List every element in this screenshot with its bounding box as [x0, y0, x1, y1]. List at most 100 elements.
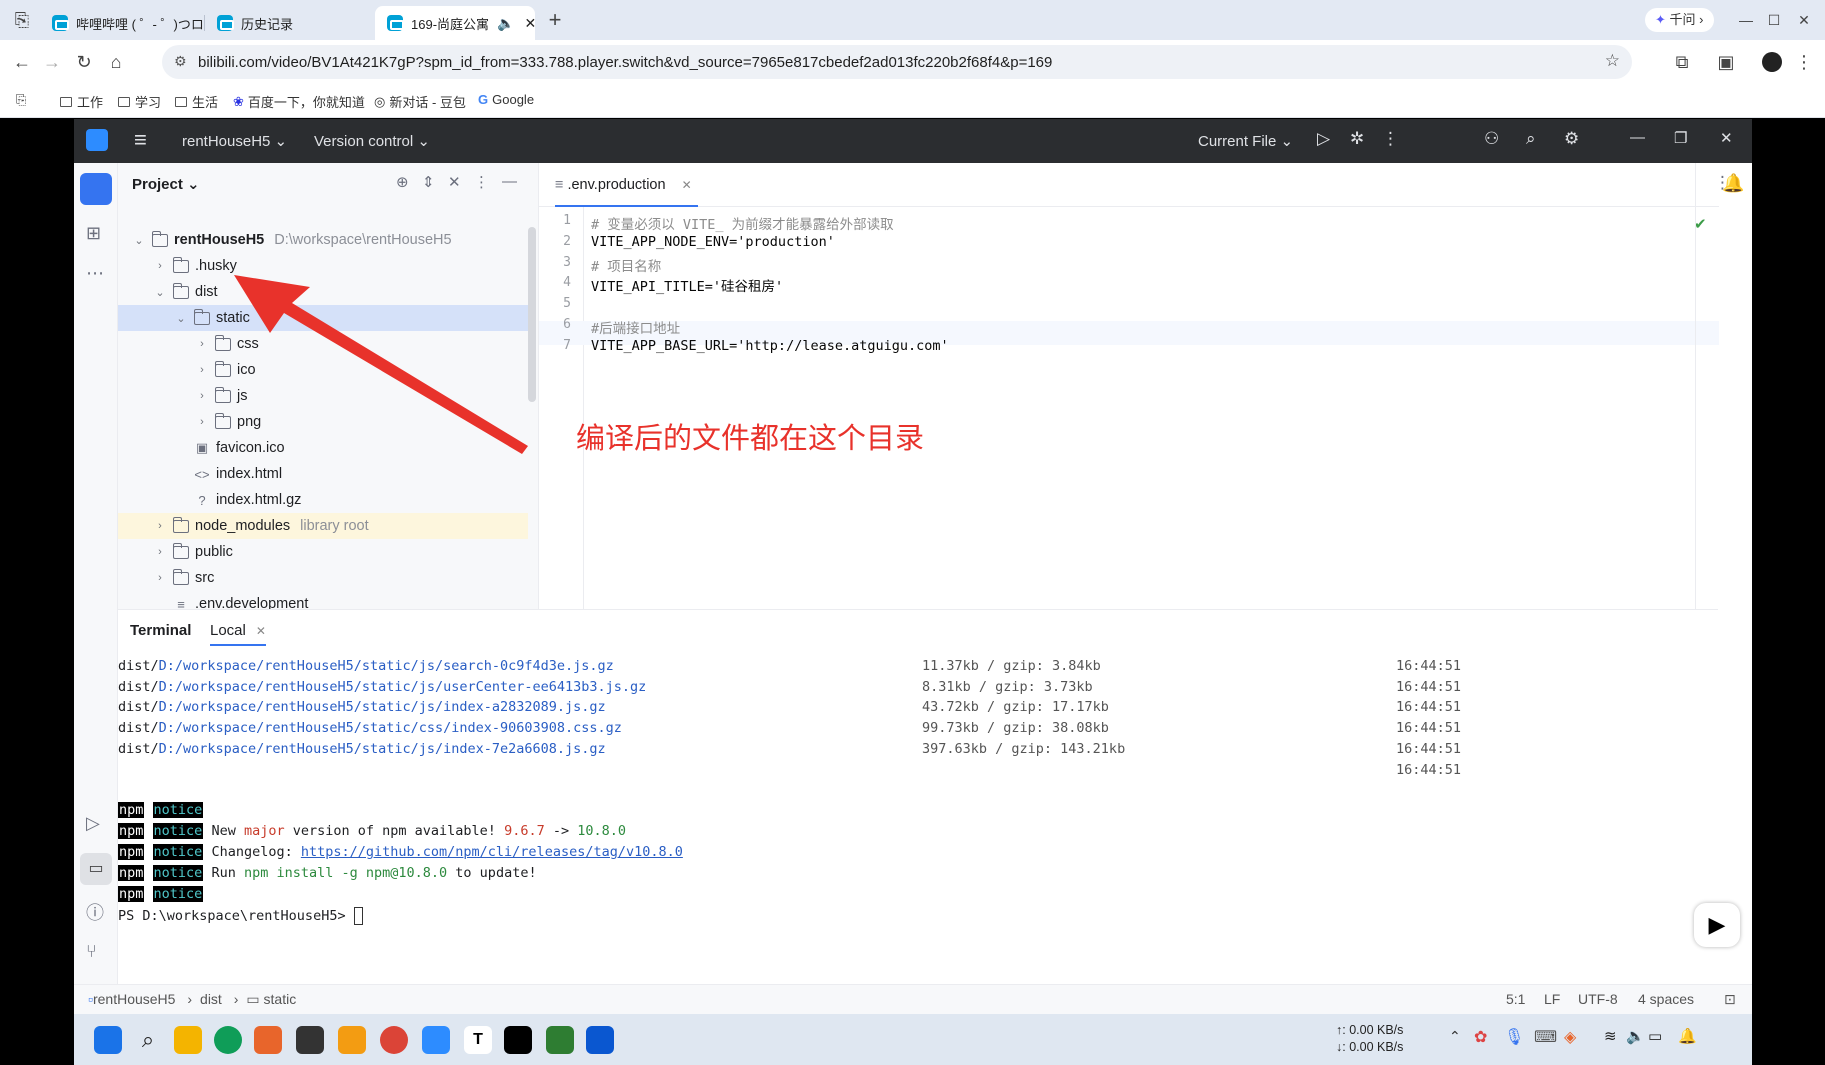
intellij-icon[interactable]: [504, 1026, 532, 1054]
extensions-icon[interactable]: ⧉: [1670, 50, 1694, 74]
debug-icon[interactable]: ✲: [1350, 129, 1364, 149]
chevron-right-icon[interactable]: ›: [195, 364, 209, 376]
run-config-select[interactable]: Current File ⌄: [1198, 132, 1293, 150]
tray-app-icon[interactable]: ✿: [1474, 1027, 1487, 1047]
caret-position[interactable]: 5:1: [1506, 991, 1525, 1007]
terminal-tool-icon[interactable]: ▭: [80, 853, 112, 885]
notification-icon[interactable]: 🔔: [1678, 1027, 1697, 1045]
close-window-icon[interactable]: ✕: [1792, 8, 1816, 32]
breadcrumb-item[interactable]: static: [264, 991, 297, 1007]
bookmark-study[interactable]: 学习: [118, 92, 161, 111]
bookmark-work[interactable]: 工作: [60, 92, 103, 111]
app-blue-icon[interactable]: [422, 1026, 450, 1054]
git-icon[interactable]: ⑂: [86, 941, 97, 962]
search-icon[interactable]: ⌕: [134, 1026, 162, 1054]
file-explorer-icon[interactable]: [174, 1026, 202, 1054]
code-area[interactable]: 1 # 变量必须以 VITE_ 为前缀才能暴露给外部读取 2 VITE_APP_NOD…: [539, 207, 1719, 609]
chevron-right-icon[interactable]: ›: [153, 572, 167, 584]
project-panel-title[interactable]: Project ⌄: [132, 175, 200, 193]
qianwen-button[interactable]: ✦ 千问 ›: [1645, 8, 1714, 32]
ime-icon[interactable]: ⌨: [1534, 1027, 1557, 1047]
chevron-right-icon[interactable]: ›: [153, 260, 167, 272]
apps-icon[interactable]: ⎘: [16, 92, 26, 108]
typora-icon[interactable]: T: [464, 1026, 492, 1054]
bookmark-doubao[interactable]: ◎ 新对话 - 豆包: [374, 92, 466, 111]
url-input[interactable]: ⚙ bilibili.com/video/BV1At421K7gP?spm_id…: [162, 45, 1632, 79]
terminal-output[interactable]: dist/D:/workspace/rentHouseH5/static/js/…: [118, 654, 1718, 954]
bookmark-star-icon[interactable]: ☆: [1605, 51, 1620, 71]
expand-all-icon[interactable]: ⇕: [422, 173, 435, 191]
chevron-right-icon[interactable]: ›: [153, 546, 167, 558]
version-control-menu[interactable]: Version control ⌄: [314, 132, 430, 150]
chevron-right-icon[interactable]: ›: [195, 416, 209, 428]
file-encoding[interactable]: UTF-8: [1578, 991, 1618, 1007]
close-tab-icon[interactable]: ✕: [524, 15, 535, 32]
tab-history[interactable]: 历史记录: [205, 6, 375, 40]
maximize-window-icon[interactable]: ☐: [1762, 8, 1786, 32]
tab-search-icon[interactable]: ⎘: [10, 8, 34, 32]
line-ending[interactable]: LF: [1544, 991, 1560, 1007]
forward-icon[interactable]: →: [40, 50, 64, 74]
locate-icon[interactable]: ⊕: [396, 173, 409, 191]
back-icon[interactable]: ←: [10, 50, 34, 74]
avatar[interactable]: [1762, 52, 1782, 72]
ide-restore-icon[interactable]: ❐: [1674, 129, 1687, 147]
editor-tab-env-production[interactable]: ≡ .env.production ✕: [555, 163, 698, 207]
start-menu-icon[interactable]: [94, 1026, 122, 1054]
terminal-app-icon[interactable]: [296, 1026, 324, 1054]
search-icon[interactable]: ⌕: [1526, 129, 1536, 149]
tree-item--husky[interactable]: › .husky: [118, 253, 528, 279]
collapse-all-icon[interactable]: ✕: [448, 173, 461, 191]
tree-scrollbar[interactable]: [528, 227, 536, 402]
volume-icon[interactable]: 🔈: [1626, 1027, 1645, 1045]
close-editor-tab-icon[interactable]: ✕: [682, 178, 692, 192]
notifications-bell-icon[interactable]: 🔔: [1722, 173, 1744, 194]
tab-bilibili-home[interactable]: 哔哩哔哩 ( ゜- ゜)つロ 干杯~-bilibili: [40, 6, 205, 40]
chevron-down-icon[interactable]: ⌄: [153, 286, 167, 299]
tree-item-png[interactable]: › png: [118, 409, 528, 435]
structure-icon[interactable]: ⊞: [86, 223, 101, 244]
app-green-icon[interactable]: [546, 1026, 574, 1054]
new-tab-icon[interactable]: +: [543, 8, 567, 32]
services-icon[interactable]: ▷: [86, 813, 100, 834]
chevron-down-icon[interactable]: ⌄: [132, 234, 146, 247]
indent-setting[interactable]: 4 spaces: [1638, 991, 1694, 1007]
problems-icon[interactable]: ⓘ: [86, 899, 104, 925]
tree-item-favicon-ico[interactable]: ▣ favicon.ico: [118, 435, 528, 461]
screenshot-icon[interactable]: ▣: [1714, 50, 1738, 74]
more-tools-icon[interactable]: ⋯: [86, 263, 104, 284]
speaker-icon[interactable]: 🔈: [497, 15, 514, 32]
webstorm-taskbar-icon[interactable]: [586, 1026, 614, 1054]
tree-item-src[interactable]: › src: [118, 565, 528, 591]
close-terminal-tab-icon[interactable]: ✕: [256, 624, 266, 638]
bookmark-life[interactable]: 生活: [175, 92, 218, 111]
ide-close-icon[interactable]: ✕: [1720, 129, 1733, 147]
add-user-icon[interactable]: ⚇: [1484, 129, 1499, 149]
tree-item-css[interactable]: › css: [118, 331, 528, 357]
battery-icon[interactable]: ▭: [1648, 1027, 1662, 1045]
lock-icon[interactable]: ⊡: [1724, 991, 1736, 1008]
chevron-right-icon[interactable]: ›: [153, 520, 167, 532]
run-icon[interactable]: ▷: [1317, 129, 1330, 149]
tree-item-index-html[interactable]: <> index.html: [118, 461, 528, 487]
chevron-down-icon[interactable]: ⌄: [174, 312, 188, 325]
tree-item-dist[interactable]: ⌄ dist: [118, 279, 528, 305]
tab-video-active[interactable]: 169-尚庭公寓 🔈 ✕: [375, 6, 535, 40]
panel-options-icon[interactable]: ⋮: [474, 173, 489, 191]
tray-chevron-icon[interactable]: ⌃: [1449, 1028, 1461, 1045]
tray-orange-icon[interactable]: ◈: [1564, 1027, 1576, 1047]
bookmark-google[interactable]: G Google: [478, 92, 534, 107]
chevron-right-icon[interactable]: ›: [195, 390, 209, 402]
breadcrumb-item[interactable]: dist: [200, 991, 222, 1007]
more-menu-icon[interactable]: ⋮: [1792, 50, 1816, 74]
tree-item-ico[interactable]: › ico: [118, 357, 528, 383]
tree-item-node-modules[interactable]: › node_modules library root: [118, 513, 528, 539]
hide-panel-icon[interactable]: —: [502, 173, 517, 190]
microphone-icon[interactable]: 🎙: [1504, 1027, 1524, 1047]
edge-browser-icon[interactable]: [214, 1026, 242, 1054]
play-button-icon[interactable]: ▶: [1694, 903, 1740, 947]
tree-item-public[interactable]: › public: [118, 539, 528, 565]
breadcrumb-item[interactable]: rentHouseH5: [93, 991, 176, 1007]
project-tool-icon[interactable]: [80, 173, 112, 205]
main-menu-icon[interactable]: ≡: [134, 127, 147, 153]
